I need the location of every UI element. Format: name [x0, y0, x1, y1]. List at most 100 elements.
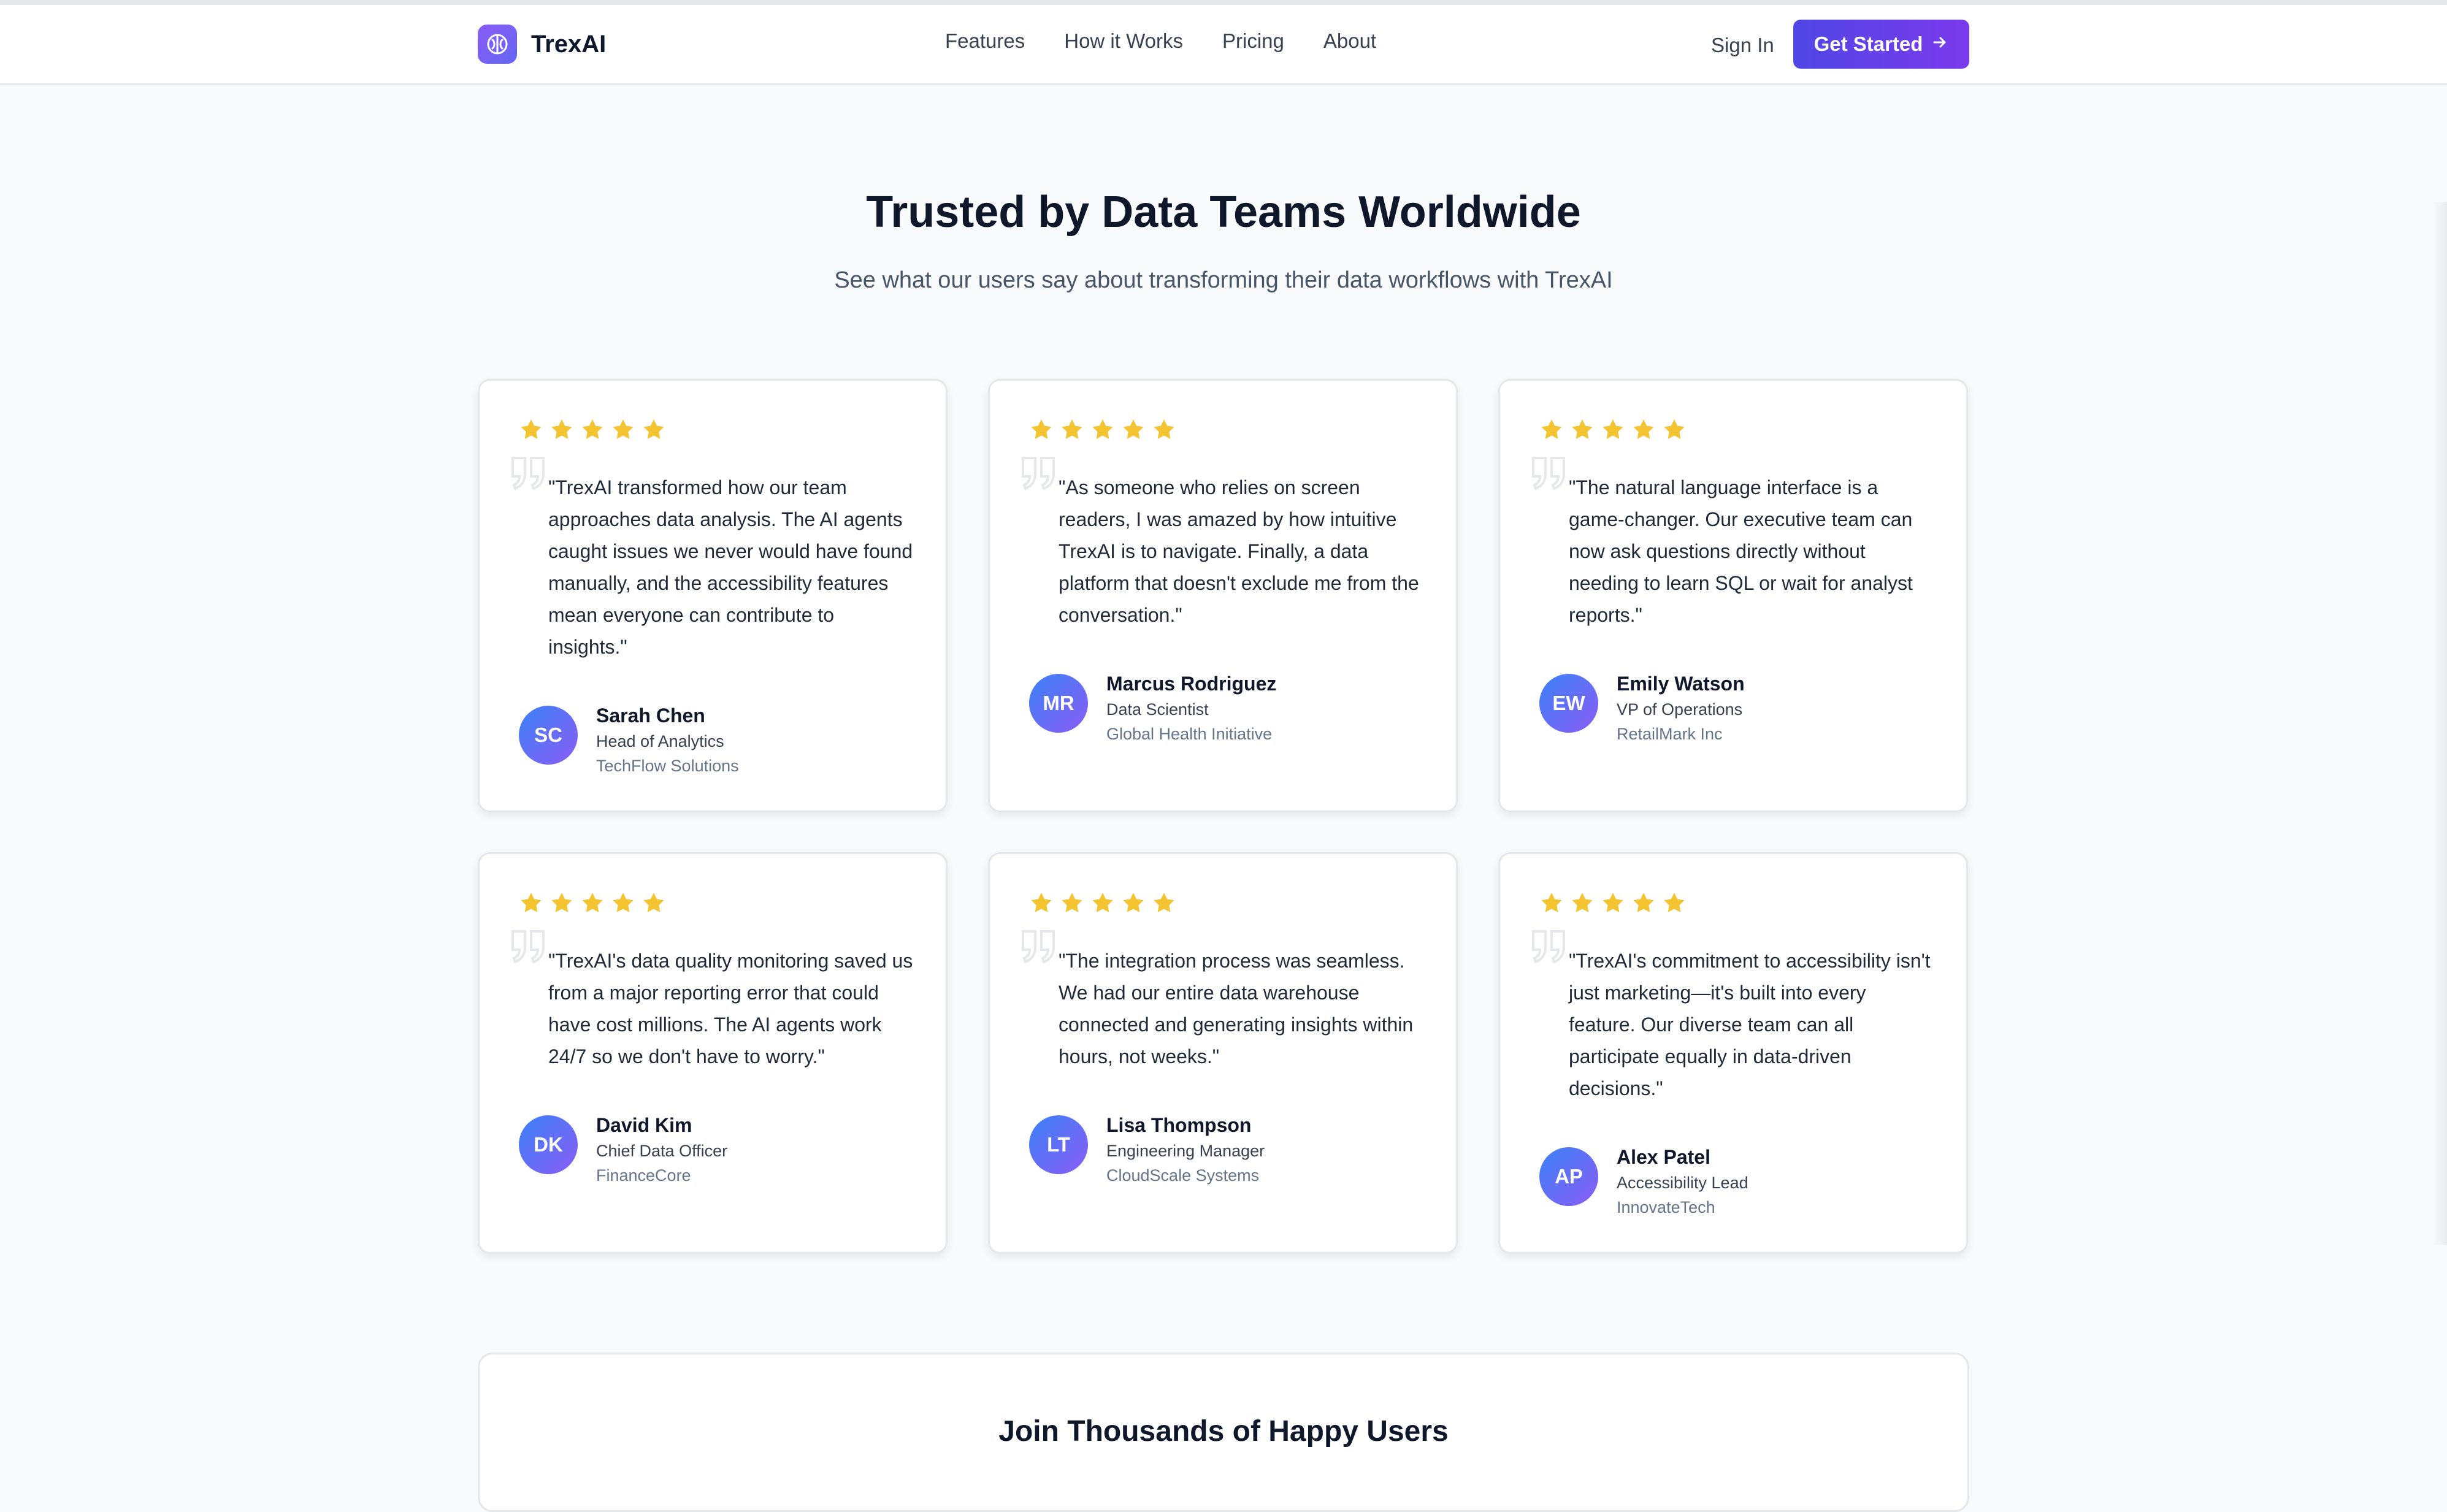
- testimonial-card: "TrexAI's data quality monitoring saved …: [478, 852, 948, 1254]
- testimonial-card: "The natural language interface is a gam…: [1498, 379, 1968, 812]
- author-name: Emily Watson: [1617, 673, 1745, 695]
- star-icon: [1121, 418, 1146, 445]
- quote-icon: [1530, 456, 1569, 493]
- brand-name: TrexAI: [531, 30, 607, 58]
- star-icon: [550, 891, 574, 918]
- main-nav: Features How it Works Pricing About: [945, 29, 1376, 53]
- brand[interactable]: TrexAI: [478, 25, 606, 64]
- author-name: David Kim: [596, 1114, 692, 1136]
- testimonial-card: "TrexAI's commitment to accessibility is…: [1498, 852, 1968, 1254]
- nav-link-about[interactable]: About: [1323, 29, 1376, 53]
- star-icon: [1570, 418, 1595, 445]
- testimonial-quote: "TrexAI's commitment to accessibility is…: [1569, 950, 1931, 1099]
- star-icon: [1570, 891, 1595, 918]
- author-company: RetailMark Inc: [1617, 725, 1723, 743]
- site-header: TrexAI Features How it Works Pricing Abo…: [0, 5, 2447, 85]
- author-company: FinanceCore: [596, 1166, 691, 1185]
- author-role: Engineering Manager: [1106, 1142, 1265, 1160]
- testimonial-author: MR Marcus Rodriguez Data Scientist Globa…: [1029, 673, 1276, 746]
- quote-icon: [509, 456, 548, 493]
- avatar: EW: [1539, 674, 1598, 733]
- star-icon: [1662, 418, 1687, 445]
- testimonial-author: EW Emily Watson VP of Operations RetailM…: [1539, 673, 1745, 746]
- quote-icon: [1019, 456, 1059, 493]
- author-role: Head of Analytics: [596, 732, 724, 750]
- star-icon: [1060, 418, 1084, 445]
- star-icon: [519, 891, 543, 918]
- star-icon: [1060, 891, 1084, 918]
- star-icon: [611, 891, 635, 918]
- star-icon: [1601, 418, 1625, 445]
- nav-link-how-it-works[interactable]: How it Works: [1064, 29, 1183, 53]
- section-title: Trusted by Data Teams Worldwide: [866, 188, 1581, 237]
- brain-logo-icon: [478, 25, 517, 64]
- author-name: Lisa Thompson: [1106, 1114, 1252, 1136]
- author-role: Data Scientist: [1106, 700, 1209, 719]
- star-icon: [1090, 418, 1115, 445]
- testimonial-author: AP Alex Patel Accessibility Lead Innovat…: [1539, 1146, 1748, 1220]
- author-name: Marcus Rodriguez: [1106, 673, 1277, 695]
- star-icon: [1601, 891, 1625, 918]
- nav-link-features[interactable]: Features: [945, 29, 1025, 53]
- star-rating: [1029, 891, 1176, 918]
- star-icon: [1631, 891, 1656, 918]
- star-icon: [1152, 891, 1176, 918]
- author-role: Accessibility Lead: [1617, 1174, 1748, 1192]
- star-icon: [1662, 891, 1687, 918]
- author-company: Global Health Initiative: [1106, 725, 1273, 743]
- avatar: MR: [1029, 674, 1088, 733]
- star-icon: [1121, 891, 1146, 918]
- testimonial-card: "TrexAI transformed how our team approac…: [478, 379, 948, 812]
- star-icon: [580, 891, 605, 918]
- testimonial-quote: "The integration process was seamless. W…: [1059, 950, 1414, 1067]
- star-rating: [1029, 418, 1176, 445]
- avatar: LT: [1029, 1115, 1088, 1174]
- author-role: VP of Operations: [1617, 700, 1743, 719]
- star-icon: [1539, 891, 1564, 918]
- star-icon: [519, 418, 543, 445]
- author-company: CloudScale Systems: [1106, 1166, 1260, 1185]
- author-name: Alex Patel: [1617, 1146, 1710, 1168]
- avatar: AP: [1539, 1147, 1598, 1206]
- star-rating: [1539, 891, 1687, 918]
- arrow-right-icon: [1931, 32, 1948, 56]
- star-icon: [1090, 891, 1115, 918]
- author-name: Sarah Chen: [596, 704, 705, 727]
- star-icon: [641, 418, 666, 445]
- testimonial-quote: "As someone who relies on screen readers…: [1059, 476, 1419, 626]
- sign-in-link[interactable]: Sign In: [1711, 34, 1774, 57]
- testimonial-quote: "TrexAI's data quality monitoring saved …: [548, 950, 913, 1067]
- star-icon: [611, 418, 635, 445]
- star-rating: [519, 891, 666, 918]
- testimonial-card: "The integration process was seamless. W…: [988, 852, 1458, 1254]
- star-icon: [1029, 891, 1054, 918]
- get-started-label: Get Started: [1813, 32, 1923, 55]
- author-company: InnovateTech: [1617, 1198, 1715, 1216]
- star-icon: [1539, 418, 1564, 445]
- testimonial-author: SC Sarah Chen Head of Analytics TechFlow…: [519, 704, 739, 778]
- side-panel-shadow: [2432, 202, 2447, 1245]
- testimonial-quote: "TrexAI transformed how our team approac…: [548, 476, 913, 658]
- star-icon: [1631, 418, 1656, 445]
- testimonial-quote: "The natural language interface is a gam…: [1569, 476, 1913, 626]
- star-icon: [1152, 418, 1176, 445]
- join-cta-card: Join Thousands of Happy Users: [478, 1353, 1969, 1512]
- author-role: Chief Data Officer: [596, 1142, 728, 1160]
- quote-icon: [1530, 929, 1569, 966]
- star-icon: [1029, 418, 1054, 445]
- avatar: DK: [519, 1115, 578, 1174]
- star-icon: [580, 418, 605, 445]
- star-rating: [1539, 418, 1687, 445]
- testimonial-card: "As someone who relies on screen readers…: [988, 379, 1458, 812]
- quote-icon: [509, 929, 548, 966]
- quote-icon: [1019, 929, 1059, 966]
- star-icon: [550, 418, 574, 445]
- get-started-button[interactable]: Get Started: [1793, 20, 1969, 69]
- avatar: SC: [519, 706, 578, 765]
- star-icon: [641, 891, 666, 918]
- author-company: TechFlow Solutions: [596, 757, 739, 775]
- nav-link-pricing[interactable]: Pricing: [1222, 29, 1284, 53]
- testimonial-author: LT Lisa Thompson Engineering Manager Clo…: [1029, 1114, 1265, 1188]
- star-rating: [519, 418, 666, 445]
- join-title: Join Thousands of Happy Users: [998, 1415, 1449, 1448]
